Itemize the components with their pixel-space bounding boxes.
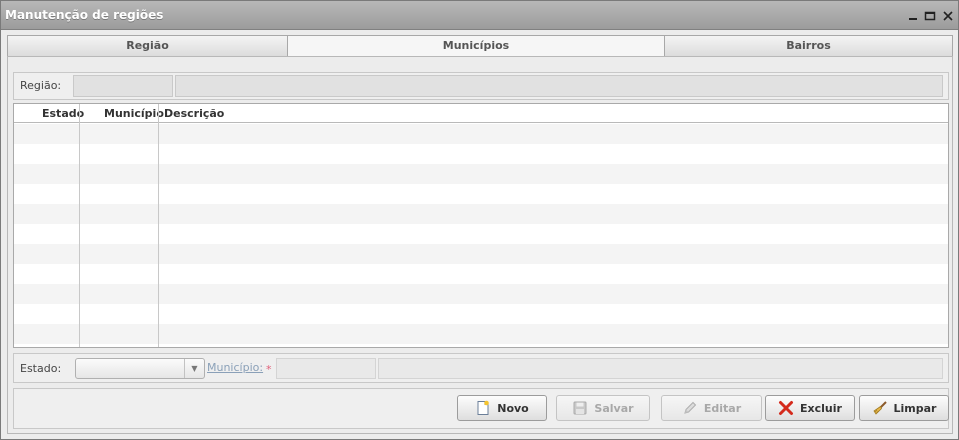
button-bar: Novo Salvar Editar Excluir Limpar	[13, 388, 949, 429]
column-divider[interactable]	[158, 104, 159, 347]
table-row[interactable]	[14, 164, 948, 184]
table-body	[14, 124, 948, 347]
municipios-table[interactable]: Estado Município Descrição	[13, 103, 949, 348]
regiao-name-field	[175, 75, 943, 97]
regiao-code-field	[73, 75, 173, 97]
tab-label: Bairros	[786, 39, 831, 52]
save-disk-icon	[572, 400, 588, 416]
column-header-estado[interactable]: Estado	[42, 107, 84, 120]
column-header-descricao[interactable]: Descrição	[164, 107, 224, 120]
table-row[interactable]	[14, 204, 948, 224]
table-row[interactable]	[14, 304, 948, 324]
chevron-down-icon[interactable]: ▼	[184, 359, 204, 378]
estado-select[interactable]: ▼	[75, 358, 205, 379]
tab-label: Região	[126, 39, 169, 52]
municipio-link-label[interactable]: Município:	[207, 361, 263, 374]
editar-button[interactable]: Editar	[661, 395, 762, 421]
column-header-municipio[interactable]: Município	[104, 107, 164, 120]
table-row[interactable]	[14, 224, 948, 244]
table-row[interactable]	[14, 324, 948, 344]
table-row[interactable]	[14, 184, 948, 204]
red-x-icon	[778, 400, 794, 416]
excluir-button[interactable]: Excluir	[765, 395, 855, 421]
maximize-icon[interactable]	[923, 9, 937, 23]
municipio-code-field	[276, 358, 376, 379]
regiao-label: Região:	[20, 79, 62, 92]
table-row[interactable]	[14, 264, 948, 284]
column-divider[interactable]	[79, 104, 80, 347]
filter-panel: Estado: ▼ Município: *	[13, 353, 949, 383]
novo-button[interactable]: Novo	[457, 395, 547, 421]
salvar-button[interactable]: Salvar	[556, 395, 650, 421]
table-row[interactable]	[14, 284, 948, 304]
title-bar[interactable]: Manutenção de regiões	[1, 1, 958, 30]
tab-regiao[interactable]: Região	[7, 35, 288, 57]
table-row[interactable]	[14, 124, 948, 144]
table-row[interactable]	[14, 144, 948, 164]
tab-bar: Região Municípios Bairros	[7, 35, 953, 58]
estado-label: Estado:	[20, 362, 62, 375]
tab-content: Região: Estado Município Descrição Estad…	[7, 56, 953, 434]
new-document-icon	[475, 400, 491, 416]
novo-label: Novo	[497, 401, 529, 415]
regiao-panel: Região:	[13, 72, 949, 100]
tab-bairros[interactable]: Bairros	[664, 35, 953, 57]
limpar-label: Limpar	[893, 401, 937, 415]
tab-municipios[interactable]: Municípios	[287, 35, 665, 58]
tab-label: Municípios	[442, 39, 510, 52]
broom-icon	[872, 400, 888, 416]
limpar-button[interactable]: Limpar	[859, 395, 949, 421]
table-header: Estado Município Descrição	[14, 104, 948, 123]
excluir-label: Excluir	[800, 401, 842, 415]
main-window: Manutenção de regiões Região Municípios …	[0, 0, 959, 440]
window-title: Manutenção de regiões	[5, 8, 164, 22]
close-icon[interactable]	[941, 9, 955, 23]
minimize-icon[interactable]	[906, 9, 920, 23]
editar-label: Editar	[703, 401, 742, 415]
table-row[interactable]	[14, 244, 948, 264]
municipio-name-field	[378, 358, 943, 379]
pencil-icon	[682, 400, 698, 416]
required-marker: *	[266, 363, 272, 376]
salvar-label: Salvar	[594, 401, 634, 415]
